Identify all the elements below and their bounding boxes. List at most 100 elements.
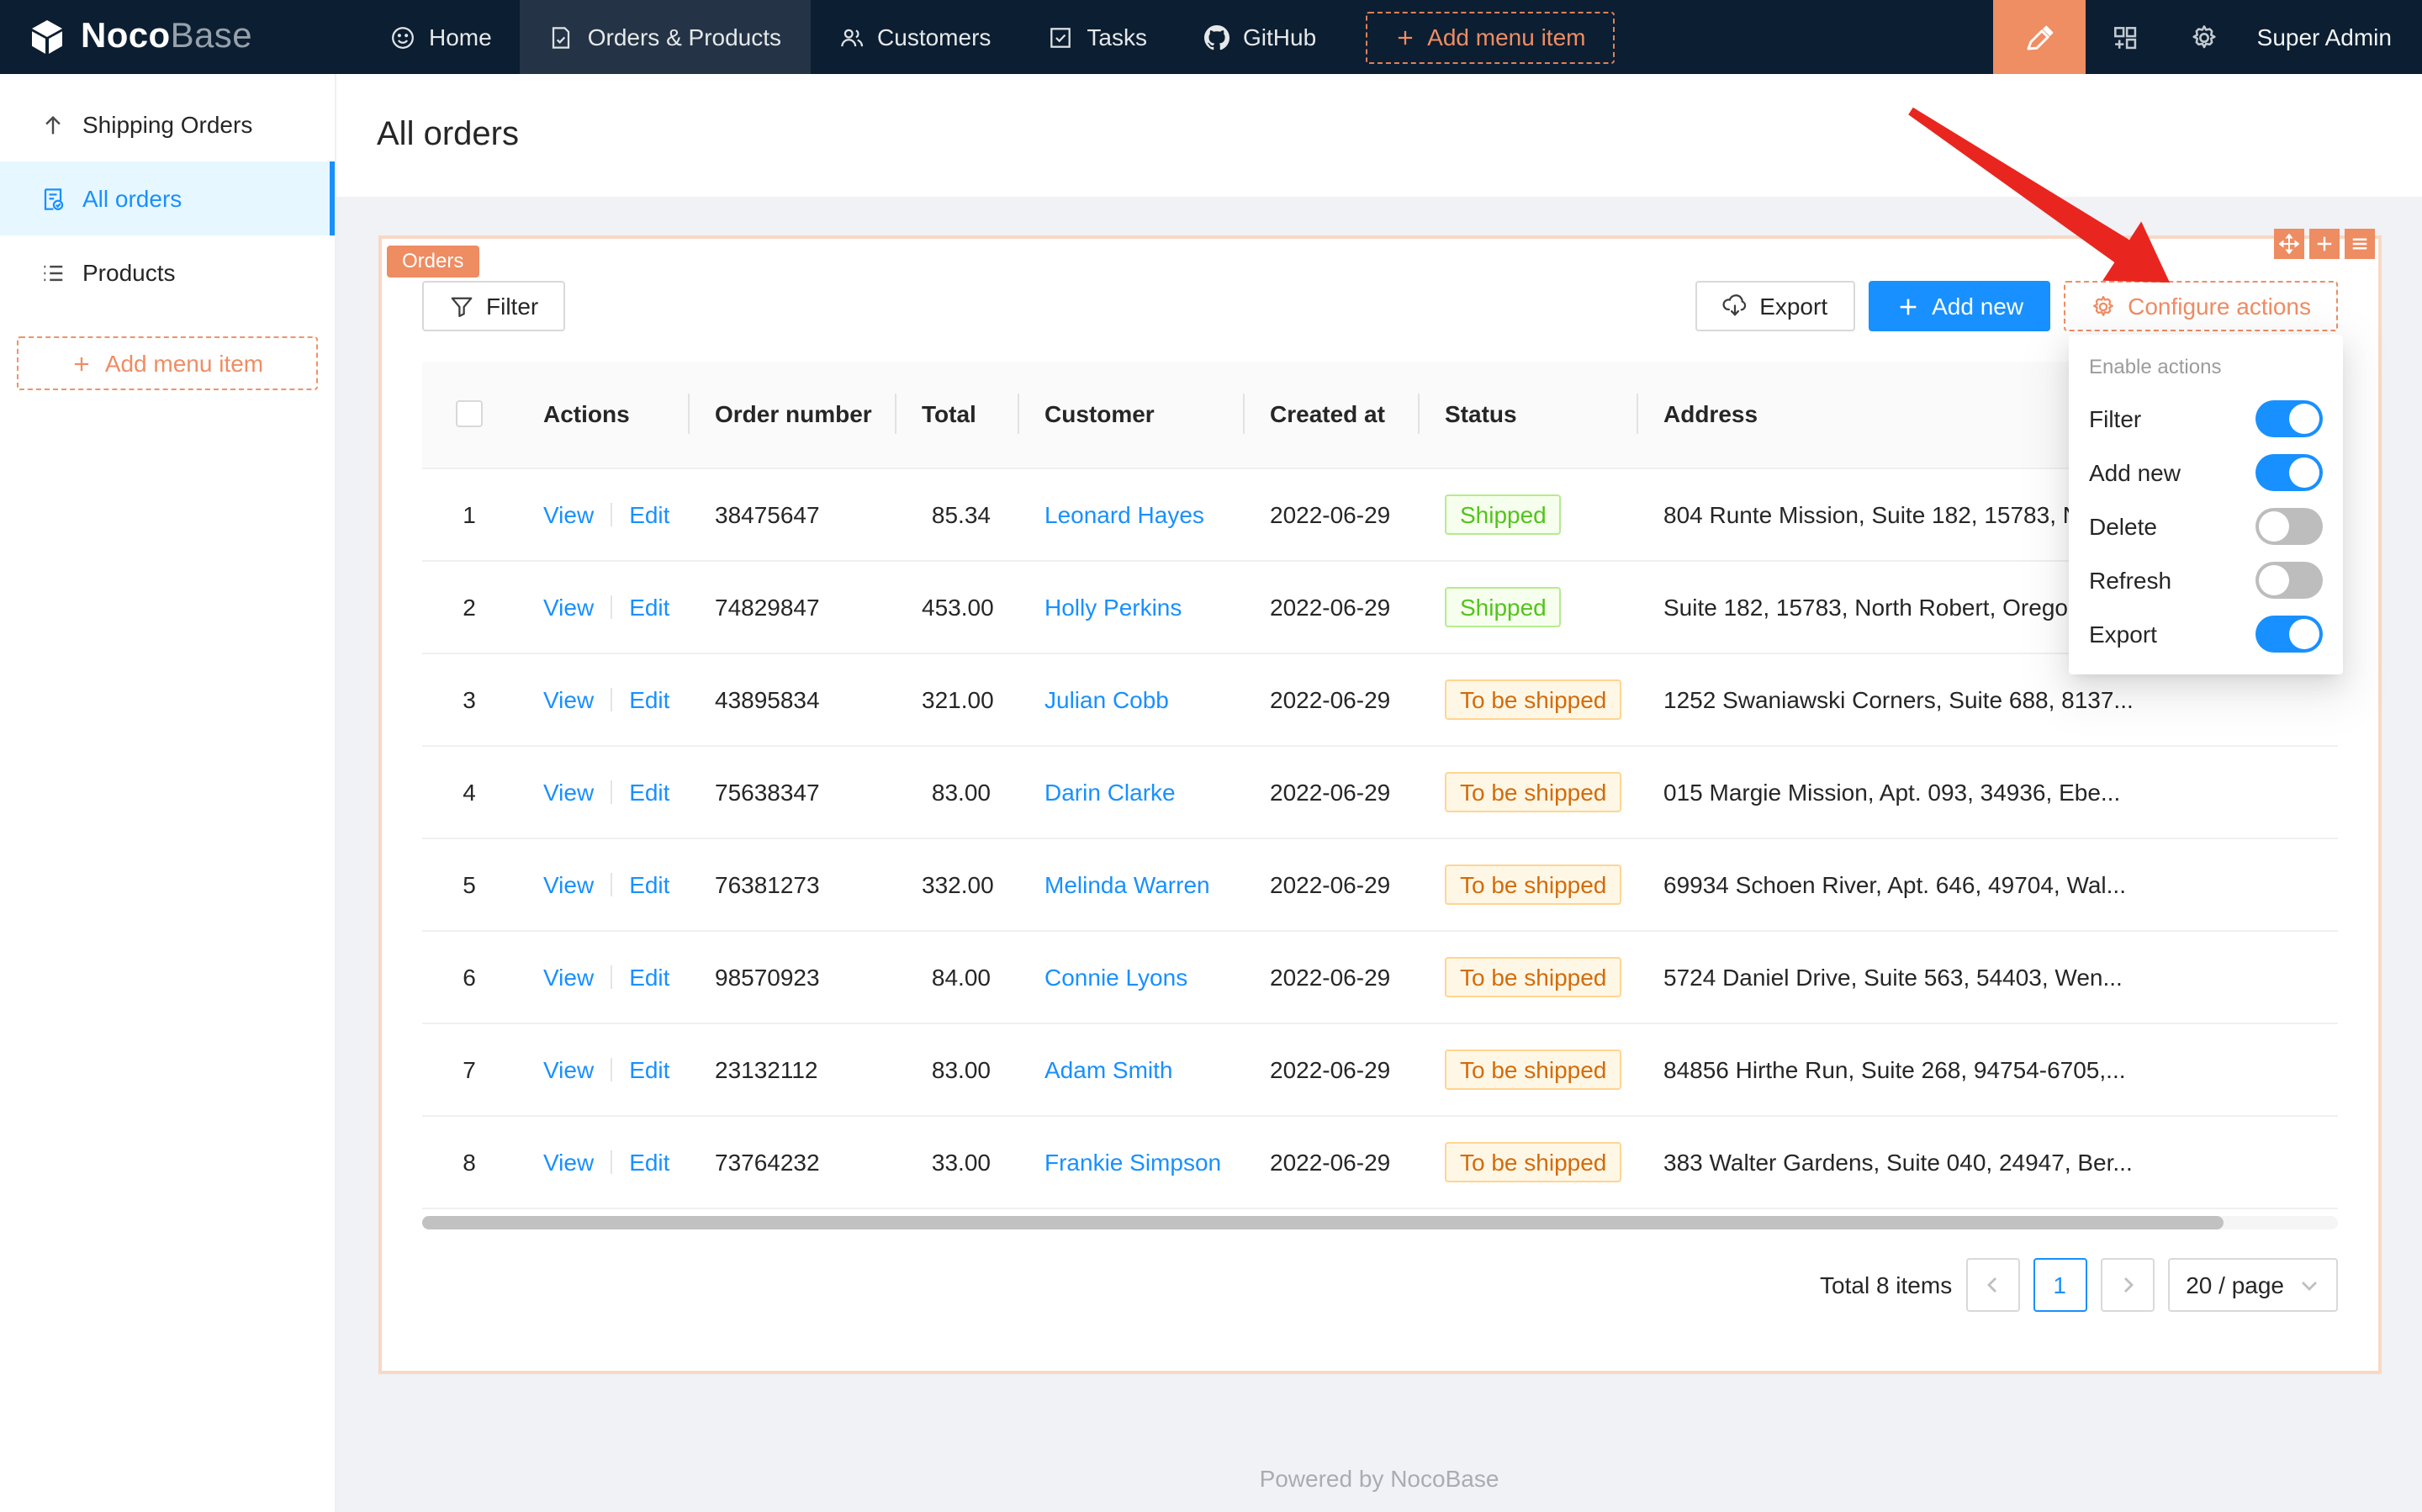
add-new-button[interactable]: Add new bbox=[1868, 281, 2050, 331]
toggle-add-new[interactable] bbox=[2255, 454, 2323, 491]
customer-link[interactable]: Adam Smith bbox=[1044, 1055, 1173, 1082]
view-link[interactable]: View bbox=[543, 1055, 594, 1082]
edit-link[interactable]: Edit bbox=[629, 870, 669, 897]
sidebar-add-menu-item-button[interactable]: Add menu item bbox=[17, 336, 318, 390]
customer-cell: Julian Cobb bbox=[1018, 653, 1243, 745]
column-header-order-number: Order number bbox=[688, 362, 895, 468]
toggle-export[interactable] bbox=[2255, 616, 2323, 653]
customer-link[interactable]: Frankie Simpson bbox=[1044, 1148, 1221, 1175]
select-all-checkbox[interactable] bbox=[456, 401, 483, 428]
next-page-button[interactable] bbox=[2100, 1257, 2154, 1311]
nav-item-home[interactable]: Home bbox=[362, 0, 521, 74]
filter-button[interactable]: Filter bbox=[422, 281, 565, 331]
chevron-left-icon bbox=[1982, 1274, 2002, 1294]
enable-actions-dropdown: Enable actions FilterAdd newDeleteRefres… bbox=[2069, 335, 2343, 674]
row-index: 4 bbox=[422, 745, 516, 838]
row-index: 1 bbox=[422, 468, 516, 560]
edit-link[interactable]: Edit bbox=[629, 1148, 669, 1175]
settings-button[interactable] bbox=[2165, 0, 2244, 74]
sidebar: Shipping OrdersAll ordersProducts Add me… bbox=[0, 74, 336, 1512]
pagination: Total 8 items 1 20 / page bbox=[422, 1257, 2338, 1311]
customer-link[interactable]: Holly Perkins bbox=[1044, 593, 1182, 620]
ui-editor-button[interactable] bbox=[1993, 0, 2086, 74]
edit-link[interactable]: Edit bbox=[629, 963, 669, 990]
toggle-delete[interactable] bbox=[2255, 508, 2323, 545]
toggle-refresh[interactable] bbox=[2255, 562, 2323, 599]
page-number-button[interactable]: 1 bbox=[2033, 1257, 2086, 1311]
user-menu[interactable]: Super Admin bbox=[2244, 0, 2422, 74]
address-cell: 84856 Hirthe Run, Suite 268, 94754-6705,… bbox=[1637, 1023, 2338, 1115]
edit-link[interactable]: Edit bbox=[629, 1055, 669, 1082]
customer-cell: Frankie Simpson bbox=[1018, 1115, 1243, 1208]
column-header-created-at: Created at bbox=[1243, 362, 1418, 468]
enable-action-filter[interactable]: Filter bbox=[2069, 392, 2343, 446]
edit-link[interactable]: Edit bbox=[629, 685, 669, 712]
nav-item-orders-products[interactable]: Orders & Products bbox=[521, 0, 810, 74]
total-cell: 85.34 bbox=[895, 468, 1018, 560]
status-cell: To be shipped bbox=[1418, 653, 1637, 745]
plugin-manager-button[interactable] bbox=[2086, 0, 2165, 74]
customer-link[interactable]: Julian Cobb bbox=[1044, 685, 1169, 712]
cube-logo-icon bbox=[27, 17, 67, 57]
status-cell: Shipped bbox=[1418, 468, 1637, 560]
plus-icon bbox=[1895, 293, 1920, 319]
status-badge: To be shipped bbox=[1445, 679, 1621, 719]
sidebar-item-shipping-orders[interactable]: Shipping Orders bbox=[0, 87, 335, 161]
customer-cell: Melinda Warren bbox=[1018, 838, 1243, 930]
enable-action-label: Export bbox=[2089, 621, 2157, 648]
customer-link[interactable]: Melinda Warren bbox=[1044, 870, 1210, 897]
column-header-total: Total bbox=[895, 362, 1018, 468]
total-cell: 321.00 bbox=[895, 653, 1018, 745]
customer-link[interactable]: Connie Lyons bbox=[1044, 963, 1187, 990]
view-link[interactable]: View bbox=[543, 1148, 594, 1175]
row-actions: View Edit bbox=[516, 1115, 688, 1208]
table-row: 1ViewEdit3847564785.34Leonard Hayes2022-… bbox=[422, 468, 2338, 560]
previous-page-button[interactable] bbox=[1965, 1257, 2019, 1311]
edit-link[interactable]: Edit bbox=[629, 778, 669, 805]
customer-cell: Leonard Hayes bbox=[1018, 468, 1243, 560]
scrollbar-thumb[interactable] bbox=[422, 1215, 2223, 1229]
add-block-icon[interactable] bbox=[2309, 229, 2340, 259]
address-cell: 5724 Daniel Drive, Suite 563, 54403, Wen… bbox=[1637, 930, 2338, 1023]
view-link[interactable]: View bbox=[543, 778, 594, 805]
row-index: 2 bbox=[422, 560, 516, 653]
configure-actions-button[interactable]: Configure actions bbox=[2064, 281, 2338, 331]
edit-link[interactable]: Edit bbox=[629, 500, 669, 527]
enable-action-add-new[interactable]: Add new bbox=[2069, 446, 2343, 500]
customer-link[interactable]: Darin Clarke bbox=[1044, 778, 1176, 805]
page-size-select[interactable]: 20 / page bbox=[2167, 1257, 2338, 1311]
view-link[interactable]: View bbox=[543, 500, 594, 527]
pagination-total: Total 8 items bbox=[1820, 1271, 1952, 1298]
enable-action-export[interactable]: Export bbox=[2069, 607, 2343, 661]
toggle-filter[interactable] bbox=[2255, 400, 2323, 437]
status-cell: To be shipped bbox=[1418, 1115, 1637, 1208]
view-link[interactable]: View bbox=[543, 870, 594, 897]
status-badge: To be shipped bbox=[1445, 956, 1621, 997]
nav-item-tasks[interactable]: Tasks bbox=[1019, 0, 1176, 74]
navbar-add-menu-item-button[interactable]: Add menu item bbox=[1365, 11, 1614, 63]
sidebar-item-products[interactable]: Products bbox=[0, 235, 335, 309]
edit-link[interactable]: Edit bbox=[629, 593, 669, 620]
block-designer-toolbar bbox=[2274, 229, 2375, 259]
export-button[interactable]: Export bbox=[1695, 281, 1854, 331]
row-actions: View Edit bbox=[516, 653, 688, 745]
customer-link[interactable]: Leonard Hayes bbox=[1044, 500, 1204, 527]
nav-item-label: Customers bbox=[877, 24, 991, 50]
status-badge: To be shipped bbox=[1445, 864, 1621, 904]
sidebar-item-all-orders[interactable]: All orders bbox=[0, 161, 335, 235]
view-link[interactable]: View bbox=[543, 593, 594, 620]
enable-action-delete[interactable]: Delete bbox=[2069, 500, 2343, 553]
action-divider bbox=[611, 872, 612, 896]
view-link[interactable]: View bbox=[543, 685, 594, 712]
block-menu-icon[interactable] bbox=[2345, 229, 2375, 259]
status-badge: To be shipped bbox=[1445, 1141, 1621, 1182]
enable-action-refresh[interactable]: Refresh bbox=[2069, 553, 2343, 607]
table-row: 4ViewEdit7563834783.00Darin Clarke2022-0… bbox=[422, 745, 2338, 838]
view-link[interactable]: View bbox=[543, 963, 594, 990]
drag-handle-icon[interactable] bbox=[2274, 229, 2304, 259]
nav-item-github[interactable]: GitHub bbox=[1176, 0, 1345, 74]
column-header-customer: Customer bbox=[1018, 362, 1243, 468]
total-cell: 33.00 bbox=[895, 1115, 1018, 1208]
nav-item-customers[interactable]: Customers bbox=[810, 0, 1019, 74]
order-number-cell: 38475647 bbox=[688, 468, 895, 560]
